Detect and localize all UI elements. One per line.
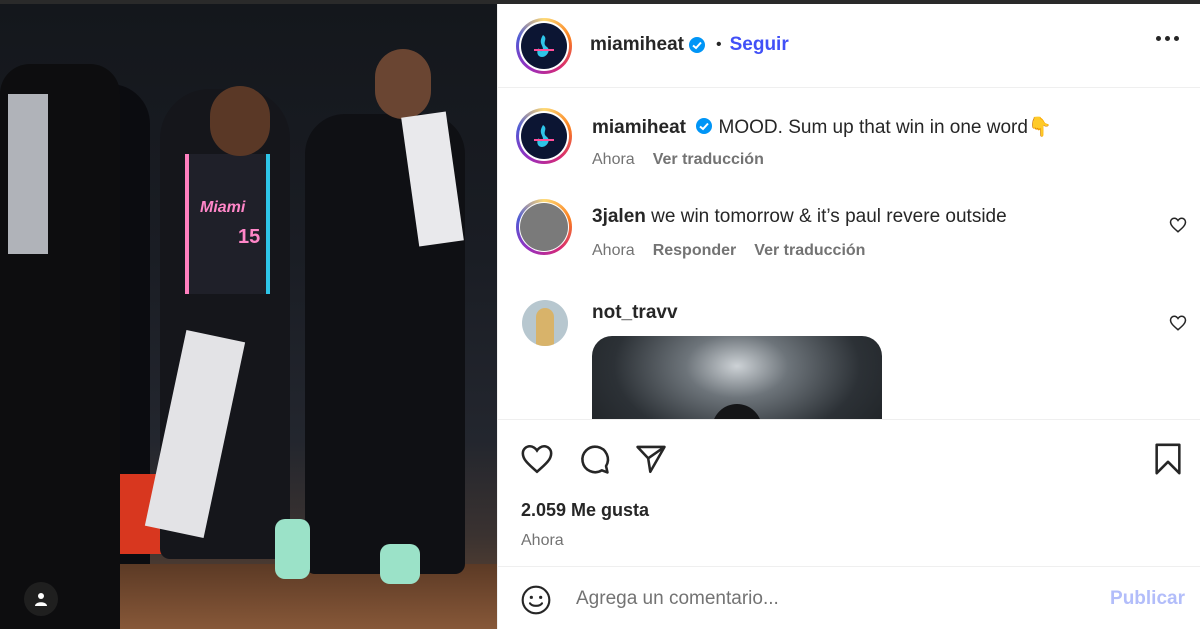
user-tag-icon	[35, 593, 47, 606]
shoe	[380, 544, 420, 584]
post-actions: 2.059 Me gusta Ahora	[498, 419, 1200, 567]
comments-list[interactable]: miamiheat MOOD. Sum up that win in one w…	[498, 89, 1200, 419]
verified-icon	[688, 37, 705, 53]
commenter-avatar[interactable]	[516, 199, 572, 255]
more-icon[interactable]	[1156, 36, 1179, 41]
player-head	[375, 49, 431, 119]
comment-gif[interactable]	[592, 336, 882, 419]
shoe	[275, 519, 310, 579]
like-count[interactable]: 2.059 Me gusta	[521, 500, 649, 521]
reply-link[interactable]: Responder	[653, 242, 737, 260]
commenter-username[interactable]: 3jalen	[592, 206, 646, 227]
jersey-text: Miami	[200, 199, 246, 216]
referee-stripe	[8, 94, 48, 254]
follow-button[interactable]: Seguir	[730, 34, 789, 56]
bookmark-icon[interactable]	[1153, 442, 1183, 476]
caption-avatar[interactable]	[516, 108, 572, 164]
caption-username[interactable]: miamiheat	[592, 117, 686, 138]
post-header: miamiheat • Seguir	[498, 4, 1200, 88]
separator: •	[715, 36, 722, 53]
post-photo[interactable]: Miami 15	[0, 4, 497, 629]
publish-button[interactable]: Publicar	[1110, 588, 1185, 610]
player-jersey	[185, 154, 270, 294]
jersey-number: 15	[238, 226, 261, 248]
share-icon[interactable]	[634, 442, 668, 476]
comment-input[interactable]	[576, 584, 1096, 614]
user-tag-button[interactable]	[24, 582, 58, 616]
post-time: Ahora	[521, 532, 564, 549]
heart-icon[interactable]	[1169, 314, 1187, 332]
emoji-icon[interactable]	[520, 584, 552, 616]
comment-text: we win tomorrow & it’s paul revere outsi…	[651, 206, 1007, 227]
heat-logo-icon	[521, 113, 567, 159]
heat-logo-icon	[521, 23, 567, 69]
caption-text: MOOD. Sum up that win in one word👇	[718, 117, 1052, 138]
commenter-avatar[interactable]	[522, 300, 568, 346]
post-panel: miamiheat • Seguir miamiheat MOOD. Sum u…	[497, 4, 1200, 629]
player-head	[210, 86, 270, 156]
caption-time: Ahora	[592, 151, 635, 168]
author-avatar[interactable]	[516, 18, 572, 74]
verified-icon	[696, 118, 713, 134]
comment-icon[interactable]	[577, 442, 611, 476]
heart-icon[interactable]	[1169, 216, 1187, 234]
commenter-username[interactable]: not_travv	[592, 302, 678, 323]
author-username[interactable]: miamiheat	[590, 34, 684, 56]
translate-link[interactable]: Ver traducción	[754, 242, 865, 260]
translate-link[interactable]: Ver traducción	[653, 151, 764, 169]
comment-time: Ahora	[592, 242, 635, 259]
comment-composer: Publicar	[498, 568, 1200, 629]
heart-icon[interactable]	[520, 442, 554, 476]
